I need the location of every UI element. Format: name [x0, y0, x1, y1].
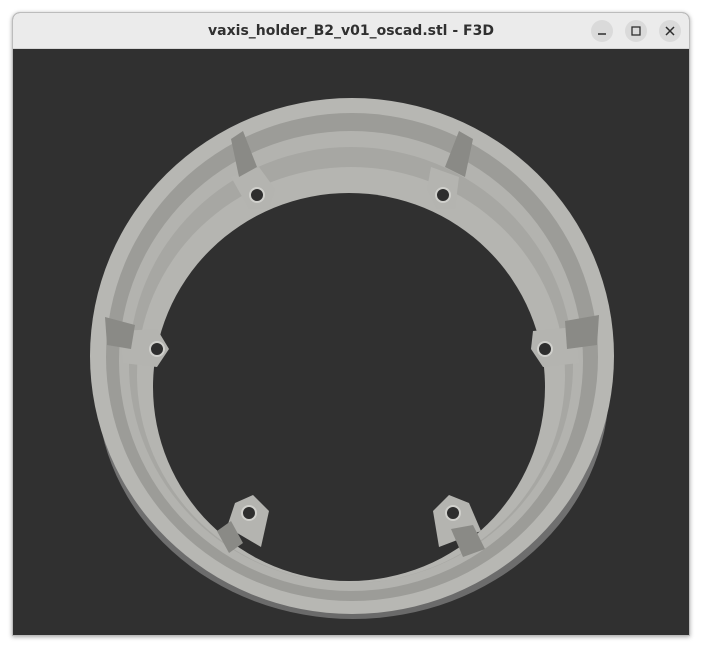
title-bar[interactable]: vaxis_holder_B2_v01_oscad.stl - F3D — [13, 13, 689, 49]
close-icon — [665, 26, 675, 36]
maximize-button[interactable] — [625, 20, 647, 42]
ring-model — [90, 98, 614, 619]
model-render — [90, 98, 614, 619]
close-button[interactable] — [659, 20, 681, 42]
minimize-icon — [598, 33, 606, 35]
ring-center-opening — [153, 193, 545, 581]
maximize-icon — [631, 26, 641, 36]
app-window: vaxis_holder_B2_v01_oscad.stl - F3D — [12, 12, 690, 636]
3d-viewport[interactable] — [13, 49, 689, 635]
window-title: vaxis_holder_B2_v01_oscad.stl - F3D — [208, 23, 494, 39]
minimize-button[interactable] — [591, 20, 613, 42]
